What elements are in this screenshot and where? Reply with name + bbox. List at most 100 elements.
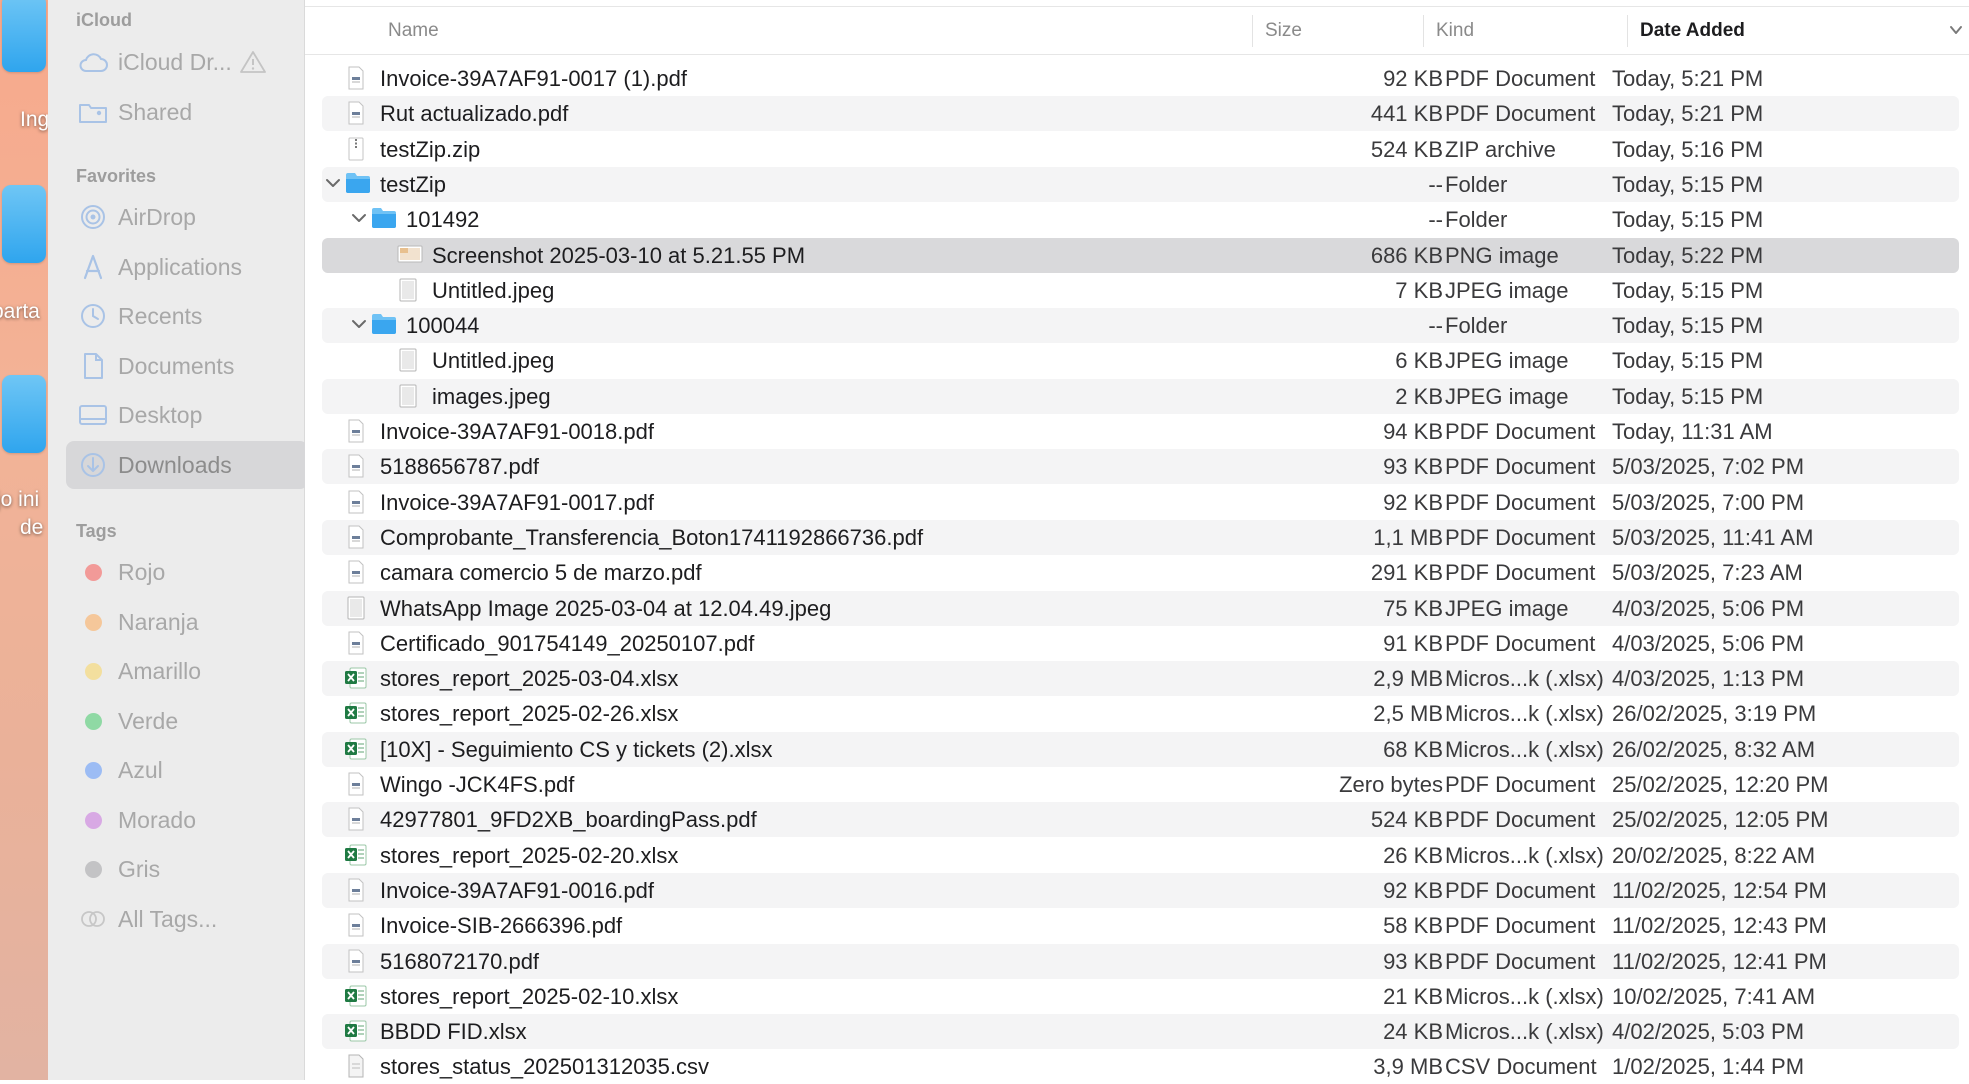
file-row[interactable]: BBDD FID.xlsx 24 KB Micros...k (.xlsx) 4/02… bbox=[322, 1014, 1959, 1050]
file-row[interactable]: Comprobante_Transferencia_Boton174119286… bbox=[322, 519, 1959, 555]
sidebar-item-downloads[interactable]: Downloads bbox=[66, 441, 308, 489]
column-header-bar: Name Size Kind Date Added bbox=[305, 6, 1969, 55]
sidebar-item-applications[interactable]: Applications bbox=[66, 243, 308, 291]
sidebar-tag-gris[interactable]: Gris bbox=[66, 845, 308, 893]
file-row[interactable]: 42977801_9FD2XB_boardingPass.pdf 524 KB PD… bbox=[322, 802, 1959, 838]
sidebar-tag-morado[interactable]: Morado bbox=[66, 796, 308, 844]
file-row[interactable]: Invoice-39A7AF91-0017.pdf 92 KB PDF Docume… bbox=[322, 485, 1959, 520]
sidebar-tag-naranja[interactable]: Naranja bbox=[66, 598, 308, 646]
sidebar-item-documents[interactable]: Documents bbox=[66, 342, 308, 390]
file-row[interactable]: images.jpeg 2 KB JPEG image Today, 5:15 PM bbox=[322, 378, 1959, 414]
file-size: 68 KB bbox=[1383, 736, 1443, 762]
file-kind: PDF Document bbox=[1445, 489, 1596, 515]
column-header-date-added[interactable]: Date Added bbox=[1640, 7, 1745, 54]
file-kind: PDF Document bbox=[1445, 66, 1596, 91]
file-row[interactable]: camara comercio 5 de marzo.pdf 291 KB PDF … bbox=[322, 555, 1959, 590]
file-row[interactable]: Invoice-39A7AF91-0017 (1).pdf 92 KB PDF Do… bbox=[322, 61, 1959, 96]
tag-dot-icon bbox=[78, 706, 108, 736]
file-row[interactable]: Screenshot 2025-03-10 at 5.21.55 PM 686 K… bbox=[322, 237, 1959, 273]
desktop-background: Ing parta jo ini de bbox=[0, 0, 48, 1080]
column-header-size[interactable]: Size bbox=[1265, 7, 1302, 54]
column-divider[interactable] bbox=[1252, 15, 1253, 47]
sort-chevron-icon[interactable] bbox=[1948, 22, 1964, 43]
file-row[interactable]: 5168072170.pdf 93 KB PDF Document 11/02/202… bbox=[322, 943, 1959, 979]
warning-icon bbox=[239, 50, 266, 74]
file-size: 91 KB bbox=[1383, 630, 1443, 656]
file-row[interactable]: Invoice-39A7AF91-0018.pdf 94 KB PDF Docume… bbox=[322, 414, 1959, 449]
file-size: 58 KB bbox=[1383, 913, 1443, 939]
file-row[interactable]: testZip -- Folder Today, 5:15 PM bbox=[322, 166, 1959, 202]
file-row[interactable]: Wingo -JCK4FS.pdf Zero bytes PDF Document 2… bbox=[322, 767, 1959, 802]
tag-dot-icon bbox=[78, 656, 108, 686]
applications-icon bbox=[78, 252, 108, 282]
airdrop-icon bbox=[78, 202, 108, 232]
file-row[interactable]: WhatsApp Image 2025-03-04 at 12.04.49.jp… bbox=[322, 590, 1959, 626]
file-size: 2,5 MB bbox=[1373, 701, 1443, 727]
sidebar-section-tags: Tags bbox=[76, 521, 117, 541]
file-row[interactable]: Rut actualizado.pdf 441 KB PDF Document Tod… bbox=[322, 96, 1959, 132]
file-kind: JPEG image bbox=[1445, 595, 1569, 621]
desktop-folder-icon[interactable] bbox=[2, 375, 46, 453]
file-date-added: 25/02/2025, 12:20 PM bbox=[1612, 772, 1829, 797]
sidebar-tag-azul[interactable]: Azul bbox=[66, 746, 308, 794]
download-icon bbox=[78, 450, 108, 480]
file-size: 1,1 MB bbox=[1373, 524, 1443, 550]
file-date-added: Today, 5:15 PM bbox=[1612, 348, 1764, 374]
file-kind: PDF Document bbox=[1445, 524, 1596, 550]
sidebar-tag-verde[interactable]: Verde bbox=[66, 697, 308, 745]
sidebar-item-recents[interactable]: Recents bbox=[66, 292, 308, 340]
file-row[interactable]: stores_report_2025-02-10.xlsx 21 KB Micros… bbox=[322, 979, 1959, 1014]
file-date-added: 1/02/2025, 1:44 PM bbox=[1612, 1054, 1805, 1080]
file-row[interactable]: stores_report_2025-02-26.xlsx 2,5 MB Micro… bbox=[322, 696, 1959, 731]
sidebar-item-label: AirDrop bbox=[118, 203, 196, 230]
file-row[interactable]: testZip.zip 524 KB ZIP archive Today, 5:16 … bbox=[322, 132, 1959, 167]
desktop-folder-label[interactable]: jo ini bbox=[0, 488, 39, 512]
file-size: 92 KB bbox=[1383, 66, 1443, 91]
sidebar-item-shared[interactable]: Shared bbox=[66, 88, 308, 136]
file-size: 7 KB bbox=[1395, 277, 1443, 303]
sidebar-tag-rojo[interactable]: Rojo bbox=[66, 548, 308, 596]
file-row[interactable]: stores_status_202501312035.csv 3,9 MB CSV … bbox=[322, 1049, 1959, 1084]
file-row[interactable]: 5188656787.pdf 93 KB PDF Document 5/03/2025… bbox=[322, 449, 1959, 485]
file-size: 24 KB bbox=[1383, 1019, 1443, 1045]
file-row[interactable]: Untitled.jpeg 7 KB JPEG image Today, 5:15 P… bbox=[322, 273, 1959, 308]
file-kind: PDF Document bbox=[1445, 807, 1596, 833]
file-row[interactable]: Untitled.jpeg 6 KB JPEG image Today, 5:15 P… bbox=[322, 343, 1959, 378]
desktop-icon bbox=[78, 400, 108, 430]
desktop-folder-icon[interactable] bbox=[2, 185, 46, 263]
file-row[interactable]: Invoice-SIB-2666396.pdf 58 KB PDF Document… bbox=[322, 908, 1959, 943]
sidebar-item-label: Downloads bbox=[118, 451, 232, 478]
file-row[interactable]: stores_report_2025-03-04.xlsx 2,9 MB Micro… bbox=[322, 661, 1959, 697]
file-row[interactable]: stores_report_2025-02-20.xlsx 26 KB Micros… bbox=[322, 838, 1959, 873]
sidebar-all-tags[interactable]: All Tags... bbox=[66, 895, 308, 943]
clock-icon bbox=[78, 301, 108, 331]
sidebar-item-icloud-drive[interactable]: iCloud Dr... bbox=[66, 38, 308, 86]
file-row[interactable]: Invoice-39A7AF91-0016.pdf 92 KB PDF Docume… bbox=[322, 872, 1959, 908]
sidebar-item-desktop[interactable]: Desktop bbox=[66, 391, 308, 439]
file-size: 6 KB bbox=[1395, 348, 1443, 374]
sidebar-item-label: Morado bbox=[118, 806, 196, 833]
desktop-folder-label[interactable]: de bbox=[20, 516, 43, 540]
file-size: 94 KB bbox=[1383, 419, 1443, 444]
tag-dot-icon bbox=[78, 557, 108, 587]
file-row[interactable]: 101492 -- Folder Today, 5:15 PM bbox=[322, 202, 1959, 237]
desktop-folder-icon[interactable] bbox=[2, 0, 46, 72]
file-date-added: Today, 5:15 PM bbox=[1612, 207, 1764, 233]
desktop-folder-label[interactable]: Ing bbox=[20, 108, 48, 132]
column-header-kind[interactable]: Kind bbox=[1436, 7, 1474, 54]
sidebar-item-airdrop[interactable]: AirDrop bbox=[66, 193, 308, 241]
desktop-folder-label[interactable]: parta bbox=[0, 300, 40, 324]
tag-dot-icon bbox=[78, 755, 108, 785]
file-row[interactable]: Certificado_901754149_20250107.pdf 91 KB P… bbox=[322, 626, 1959, 661]
file-row[interactable]: [10X] - Seguimiento CS y tickets (2).xls… bbox=[322, 731, 1959, 767]
column-divider[interactable] bbox=[1423, 15, 1424, 47]
file-kind: PDF Document bbox=[1445, 419, 1596, 444]
column-divider[interactable] bbox=[1627, 15, 1628, 47]
column-header-name[interactable]: Name bbox=[388, 7, 439, 54]
file-size: 441 KB bbox=[1370, 101, 1443, 127]
file-row[interactable]: 100044 -- Folder Today, 5:15 PM bbox=[322, 308, 1959, 344]
file-date-added: Today, 5:15 PM bbox=[1612, 313, 1764, 339]
file-kind: ZIP archive bbox=[1445, 136, 1556, 162]
sidebar-tag-amarillo[interactable]: Amarillo bbox=[66, 647, 308, 695]
file-size: 93 KB bbox=[1383, 948, 1443, 974]
